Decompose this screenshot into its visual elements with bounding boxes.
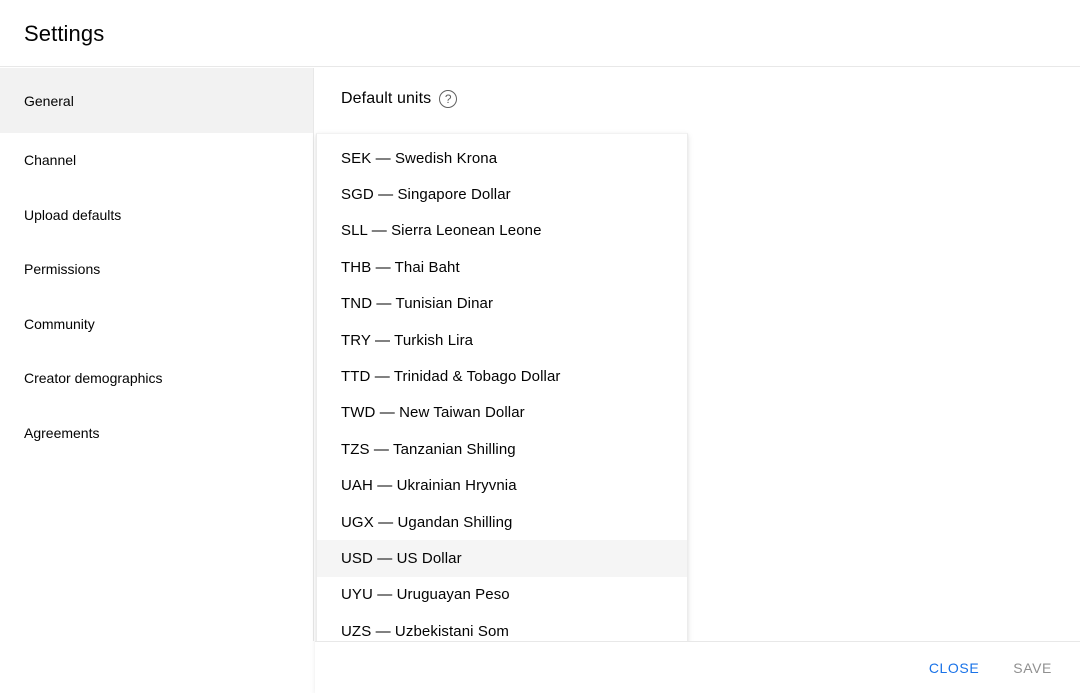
- dropdown-option[interactable]: SEK — Swedish Krona: [317, 140, 688, 176]
- sidebar-item-label: Channel: [24, 152, 76, 168]
- dropdown-option-selected[interactable]: USD — US Dollar: [317, 540, 688, 576]
- sidebar-item-agreements[interactable]: Agreements: [0, 406, 313, 461]
- dropdown-option[interactable]: THB — Thai Baht: [317, 249, 688, 285]
- sidebar-item-label: Community: [24, 316, 95, 332]
- settings-sidebar: General Channel Upload defaults Permissi…: [0, 68, 314, 641]
- sidebar-item-label: Creator demographics: [24, 370, 163, 386]
- page-title: Settings: [24, 20, 104, 48]
- dropdown-option[interactable]: TWD — New Taiwan Dollar: [317, 395, 688, 431]
- default-units-section-header: Default units ?: [341, 90, 457, 108]
- sidebar-item-channel[interactable]: Channel: [0, 133, 313, 188]
- sidebar-item-upload-defaults[interactable]: Upload defaults: [0, 188, 313, 243]
- footer-actions: CLOSE SAVE: [917, 642, 1064, 693]
- dropdown-option[interactable]: UGX — Ugandan Shilling: [317, 504, 688, 540]
- sidebar-item-community[interactable]: Community: [0, 297, 313, 352]
- dialog-footer: CLOSE SAVE: [315, 641, 1080, 693]
- dropdown-option[interactable]: SGD — Singapore Dollar: [317, 176, 688, 212]
- currency-dropdown-menu: SEK — Swedish Krona SGD — Singapore Doll…: [316, 133, 688, 693]
- dropdown-option[interactable]: TRY — Turkish Lira: [317, 322, 688, 358]
- sidebar-item-label: Permissions: [24, 261, 100, 277]
- sidebar-item-general[interactable]: General: [0, 68, 313, 133]
- section-title: Default units: [341, 90, 431, 108]
- sidebar-item-creator-demographics[interactable]: Creator demographics: [0, 351, 313, 406]
- dropdown-option[interactable]: TZS — Tanzanian Shilling: [317, 431, 688, 467]
- dropdown-option[interactable]: SLL — Sierra Leonean Leone: [317, 213, 688, 249]
- dropdown-option[interactable]: TTD — Trinidad & Tobago Dollar: [317, 358, 688, 394]
- sidebar-item-label: Agreements: [24, 425, 99, 441]
- close-button[interactable]: CLOSE: [917, 651, 991, 685]
- currency-option-list: SEK — Swedish Krona SGD — Singapore Doll…: [317, 140, 688, 686]
- help-circle-icon[interactable]: ?: [439, 90, 457, 108]
- dropdown-option[interactable]: UAH — Ukrainian Hryvnia: [317, 468, 688, 504]
- dialog-header: Settings: [0, 0, 1080, 67]
- dropdown-option[interactable]: TND — Tunisian Dinar: [317, 286, 688, 322]
- save-button[interactable]: SAVE: [1001, 651, 1064, 685]
- sidebar-item-permissions[interactable]: Permissions: [0, 242, 313, 297]
- settings-dialog: Settings General Channel Upload defaults…: [0, 0, 1080, 693]
- dropdown-scrollbar[interactable]: [673, 134, 685, 693]
- sidebar-item-label: Upload defaults: [24, 207, 121, 223]
- sidebar-item-label: General: [24, 93, 74, 109]
- dropdown-option[interactable]: UYU — Uruguayan Peso: [317, 577, 688, 613]
